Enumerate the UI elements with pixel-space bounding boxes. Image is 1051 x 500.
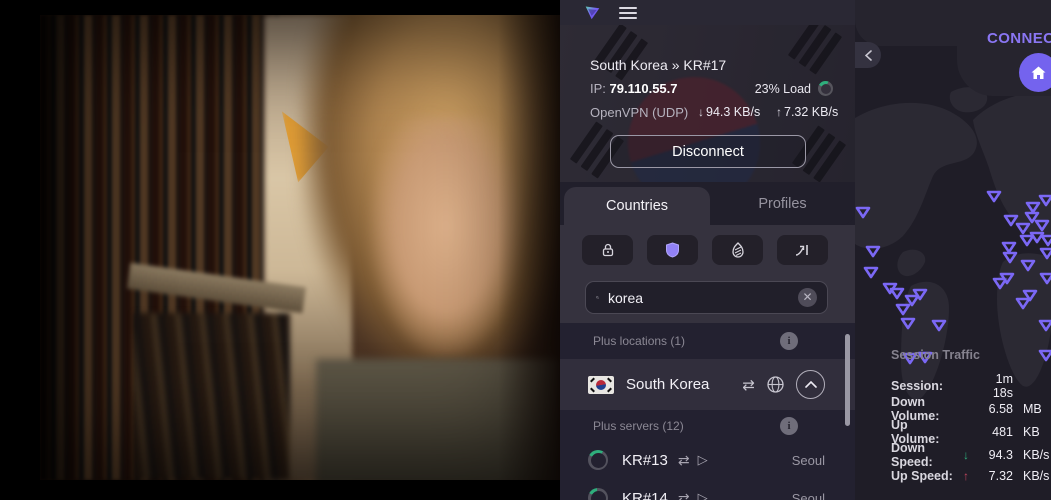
screen: South Korea » KR#17 IP: 79.110.55.7 23% … xyxy=(0,0,1051,500)
swap-connection-icon[interactable]: ⇄ xyxy=(742,376,755,394)
server-location-marker[interactable] xyxy=(1037,317,1051,333)
clear-search-icon[interactable]: ✕ xyxy=(798,288,817,307)
menu-icon[interactable] xyxy=(619,7,637,19)
country-name: South Korea xyxy=(626,376,742,393)
tor-onion-icon[interactable] xyxy=(712,235,763,265)
connection-status-label: CONNECTED xyxy=(987,30,1051,47)
down-arrow-icon: ↓ xyxy=(698,105,704,119)
session-rows: Session: 1m 18s Down Volume: 6.58 MB Up … xyxy=(891,372,1047,487)
vignette-art xyxy=(40,15,560,480)
plus-servers-label: Plus servers (12) xyxy=(593,419,684,433)
server-city: Seoul xyxy=(792,491,825,500)
vpn-app-panel: South Korea » KR#17 IP: 79.110.55.7 23% … xyxy=(560,0,855,500)
server-location-marker[interactable] xyxy=(930,317,948,333)
chevron-left-icon xyxy=(865,50,872,61)
session-stat-row: Up Volume: 481 KB xyxy=(891,418,1047,441)
plus-servers-section: Plus servers (12) i xyxy=(560,410,855,441)
server-load-ring xyxy=(588,450,608,470)
swap-server-icon[interactable]: ⇄ xyxy=(678,490,690,500)
protocol-label: OpenVPN (UDP) xyxy=(590,105,688,120)
session-traffic-title: Session Traffic xyxy=(891,348,1047,362)
session-traffic-panel: Session Traffic Session: 1m 18s Down Vol… xyxy=(891,348,1047,487)
tab-profiles[interactable]: Profiles xyxy=(710,182,855,225)
server-location-marker[interactable] xyxy=(1014,295,1032,311)
server-location-marker[interactable] xyxy=(1037,192,1051,208)
server-location-marker[interactable] xyxy=(855,204,872,220)
search-input[interactable] xyxy=(608,290,789,306)
server-name: KR#13 xyxy=(622,452,668,469)
disconnect-button[interactable]: Disconnect xyxy=(610,135,806,168)
server-load-ring xyxy=(588,488,608,500)
connect-server-icon[interactable]: ▷ xyxy=(698,490,708,500)
tab-bar: Countries Profiles xyxy=(560,182,855,225)
server-location-marker[interactable] xyxy=(1001,249,1019,265)
app-header xyxy=(560,0,855,25)
server-name: KR#14 xyxy=(622,490,668,500)
server-location-marker[interactable] xyxy=(862,264,880,280)
ip-value: 79.110.55.7 xyxy=(610,81,678,96)
direction-arrow-icon: ↓ xyxy=(959,448,973,462)
plus-locations-label: Plus locations (1) xyxy=(593,334,685,348)
country-row-south-korea[interactable]: South Korea ⇄ xyxy=(560,359,855,410)
collapse-sidebar-button[interactable] xyxy=(855,42,881,68)
tab-countries[interactable]: Countries xyxy=(564,187,710,225)
home-icon xyxy=(1030,65,1047,81)
home-button[interactable] xyxy=(1019,53,1051,92)
download-speed: ↓94.3 KB/s xyxy=(698,105,760,119)
server-location-marker[interactable] xyxy=(985,188,1003,204)
server-row-kr14[interactable]: KR#14 ⇄ ▷ Seoul xyxy=(560,479,855,500)
connection-title: South Korea » KR#17 xyxy=(590,57,726,73)
server-load-ring xyxy=(818,81,833,96)
p2p-arrow-icon[interactable] xyxy=(777,235,828,265)
up-arrow-icon: ↑ xyxy=(776,105,782,119)
direction-arrow-icon: ↑ xyxy=(959,469,973,483)
secure-core-lock-icon[interactable] xyxy=(582,235,633,265)
video-player[interactable] xyxy=(0,0,560,500)
globe-icon[interactable] xyxy=(766,375,785,394)
server-location-marker[interactable] xyxy=(1038,270,1051,286)
server-location-marker[interactable] xyxy=(899,315,917,331)
upload-speed: ↑7.32 KB/s xyxy=(776,105,838,119)
ip-label: IP: xyxy=(590,81,606,96)
connect-server-icon[interactable]: ▷ xyxy=(698,452,708,468)
search-box[interactable]: ✕ xyxy=(585,281,828,314)
info-icon[interactable]: i xyxy=(780,332,798,350)
video-frame[interactable] xyxy=(40,15,560,480)
info-icon[interactable]: i xyxy=(780,417,798,435)
session-stat-row: Down Speed: ↓ 94.3 KB/s xyxy=(891,441,1047,464)
server-filters-row xyxy=(560,225,855,275)
search-icon xyxy=(596,290,599,305)
server-location-marker[interactable] xyxy=(998,270,1016,286)
scrollbar-thumb[interactable] xyxy=(845,334,850,426)
server-city: Seoul xyxy=(792,453,825,468)
server-location-marker[interactable] xyxy=(1038,245,1051,261)
plus-locations-section: Plus locations (1) i xyxy=(560,323,855,359)
swap-server-icon[interactable]: ⇄ xyxy=(678,452,690,469)
server-row-kr13[interactable]: KR#13 ⇄ ▷ Seoul xyxy=(560,441,855,479)
connection-ip: IP: 79.110.55.7 xyxy=(590,81,678,96)
search-row: ✕ xyxy=(560,275,855,323)
server-load-label: 23% Load xyxy=(755,82,811,96)
session-stat-row: Session: 1m 18s xyxy=(891,372,1047,395)
session-stat-row: Down Volume: 6.58 MB xyxy=(891,395,1047,418)
server-location-marker[interactable] xyxy=(864,243,882,259)
map-panel: CONNECTED Session Traffic Session: 1m 18… xyxy=(855,0,1051,500)
server-location-marker[interactable] xyxy=(1018,232,1036,248)
server-location-marker[interactable] xyxy=(1019,257,1037,273)
south-korea-flag-icon xyxy=(588,376,614,394)
protonvpn-logo-icon xyxy=(584,4,601,21)
shield-filter-icon[interactable] xyxy=(647,235,698,265)
collapse-country-icon[interactable] xyxy=(796,370,825,399)
connection-card: South Korea » KR#17 IP: 79.110.55.7 23% … xyxy=(560,25,855,182)
